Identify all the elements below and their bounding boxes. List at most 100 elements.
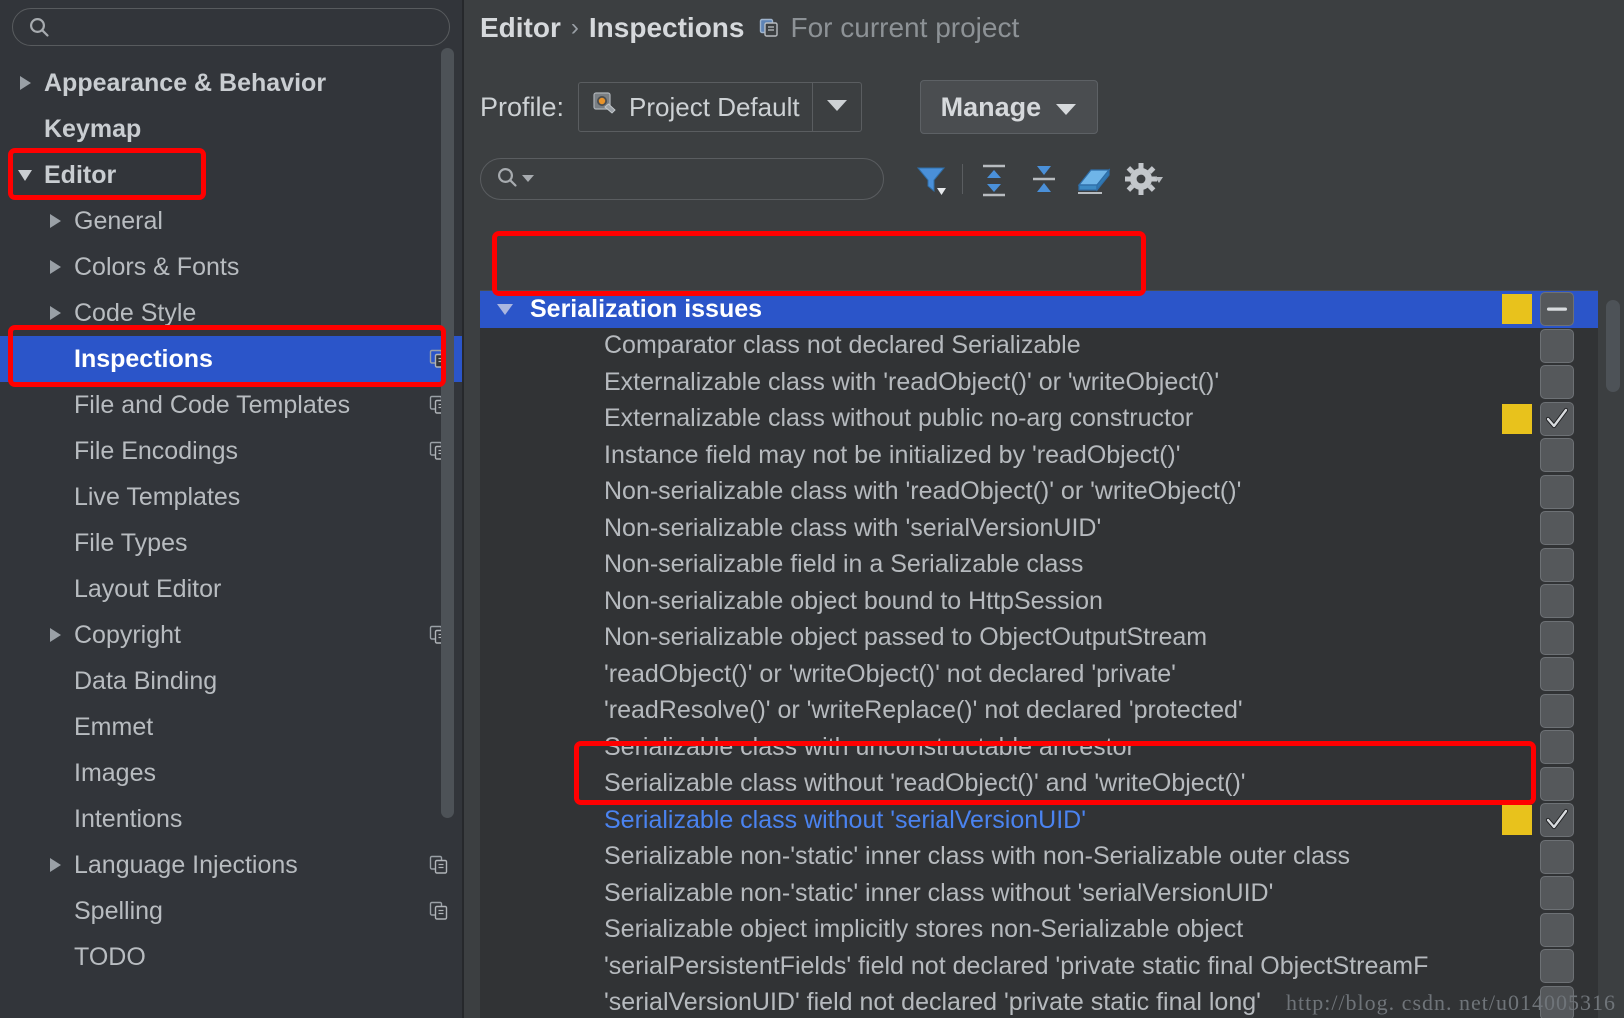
sidebar-item-copyright[interactable]: Copyright bbox=[0, 612, 462, 658]
inspection-enabled-checkbox[interactable] bbox=[1540, 839, 1574, 874]
inspection-row[interactable]: 'readResolve()' or 'writeReplace()' not … bbox=[480, 693, 1624, 730]
inspection-row-label: Serializable class without 'serialVersio… bbox=[604, 805, 1086, 834]
copy-icon[interactable] bbox=[416, 624, 462, 646]
severity-swatch bbox=[1502, 878, 1532, 908]
breadcrumb-editor[interactable]: Editor bbox=[480, 12, 561, 44]
inspection-enabled-checkbox[interactable] bbox=[1540, 584, 1574, 619]
profile-value: Project Default bbox=[629, 91, 800, 122]
sidebar-item-images[interactable]: Images bbox=[0, 750, 462, 796]
inspection-enabled-checkbox[interactable] bbox=[1540, 474, 1574, 509]
sidebar-scrollbar[interactable] bbox=[441, 48, 454, 818]
inspection-row[interactable]: Serializable non-'static' inner class wi… bbox=[480, 875, 1624, 912]
inspection-enabled-checkbox[interactable] bbox=[1540, 511, 1574, 546]
sidebar-item-code-style[interactable]: Code Style bbox=[0, 290, 462, 336]
inspection-row-label: Non-serializable object bound to HttpSes… bbox=[604, 586, 1103, 615]
sidebar-item-label: Code Style bbox=[74, 298, 197, 327]
inspection-enabled-checkbox[interactable] bbox=[1540, 620, 1574, 655]
sidebar-item-intentions[interactable]: Intentions bbox=[0, 796, 462, 842]
copy-icon[interactable] bbox=[416, 854, 462, 876]
sidebar-item-file-and-code-templates[interactable]: File and Code Templates bbox=[0, 382, 462, 428]
inspection-enabled-checkbox[interactable] bbox=[1540, 365, 1574, 400]
inspection-enabled-checkbox[interactable] bbox=[1540, 693, 1574, 728]
sidebar-item-colors-fonts[interactable]: Colors & Fonts bbox=[0, 244, 462, 290]
inspection-enabled-checkbox[interactable] bbox=[1540, 547, 1574, 582]
chevron-right-icon[interactable] bbox=[42, 855, 68, 875]
inspection-enabled-checkbox[interactable] bbox=[1540, 730, 1574, 765]
inspections-list[interactable]: Serialization issues Comparator class not… bbox=[480, 290, 1624, 1018]
inspection-row[interactable]: Serializable class with unconstructable … bbox=[480, 729, 1624, 766]
inspection-enabled-checkbox[interactable] bbox=[1540, 876, 1574, 911]
sidebar-item-inspections[interactable]: Inspections bbox=[0, 336, 462, 382]
copy-icon[interactable] bbox=[416, 440, 462, 462]
inspection-group-row[interactable]: Serialization issues bbox=[480, 291, 1624, 328]
severity-swatch[interactable] bbox=[1502, 805, 1532, 836]
sidebar-item-keymap[interactable]: Keymap bbox=[0, 106, 462, 152]
sidebar-search-input[interactable] bbox=[12, 8, 450, 46]
sidebar-item-editor[interactable]: Editor bbox=[0, 152, 462, 198]
chevron-down-icon[interactable] bbox=[12, 166, 38, 184]
chevron-right-icon[interactable] bbox=[42, 303, 68, 323]
inspection-row[interactable]: 'readObject()' or 'writeObject()' not de… bbox=[480, 656, 1624, 693]
copy-icon[interactable] bbox=[416, 348, 462, 370]
sidebar-item-file-encodings[interactable]: File Encodings bbox=[0, 428, 462, 474]
chevron-right-icon[interactable] bbox=[12, 73, 38, 93]
profile-dropdown-button[interactable] bbox=[811, 83, 861, 131]
chevron-right-icon[interactable] bbox=[42, 211, 68, 231]
copy-icon[interactable] bbox=[416, 394, 462, 416]
sidebar-item-live-templates[interactable]: Live Templates bbox=[0, 474, 462, 520]
inspection-row[interactable]: Serializable object implicitly stores no… bbox=[480, 912, 1624, 949]
sidebar-item-general[interactable]: General bbox=[0, 198, 462, 244]
sidebar-item-data-binding[interactable]: Data Binding bbox=[0, 658, 462, 704]
inspection-enabled-checkbox[interactable] bbox=[1540, 912, 1574, 947]
inspection-row[interactable]: Non-serializable field in a Serializable… bbox=[480, 547, 1624, 584]
inspection-enabled-checkbox[interactable] bbox=[1540, 949, 1574, 984]
expand-all-icon[interactable] bbox=[969, 156, 1019, 202]
sidebar-item-appearance-behavior[interactable]: Appearance & Behavior bbox=[0, 60, 462, 106]
severity-swatch[interactable] bbox=[1502, 294, 1532, 325]
inspection-enabled-checkbox[interactable] bbox=[1540, 803, 1574, 838]
chevron-down-icon[interactable] bbox=[522, 170, 534, 188]
inspection-row[interactable]: Serializable class without 'readObject()… bbox=[480, 766, 1624, 803]
sidebar-item-file-types[interactable]: File Types bbox=[0, 520, 462, 566]
inspection-row[interactable]: Non-serializable class with 'serialVersi… bbox=[480, 510, 1624, 547]
profile-row: Profile: Project Default Manage bbox=[464, 44, 1624, 134]
chevron-down-icon[interactable] bbox=[494, 295, 516, 324]
sidebar-item-layout-editor[interactable]: Layout Editor bbox=[0, 566, 462, 612]
inspection-row[interactable]: Non-serializable class with 'readObject(… bbox=[480, 474, 1624, 511]
inspection-enabled-checkbox[interactable] bbox=[1540, 657, 1574, 692]
inspection-enabled-checkbox[interactable] bbox=[1540, 328, 1574, 363]
inspection-enabled-checkbox[interactable] bbox=[1540, 766, 1574, 801]
inspection-group-checkbox[interactable] bbox=[1540, 292, 1574, 327]
sidebar-item-emmet[interactable]: Emmet bbox=[0, 704, 462, 750]
inspections-list-scrollbar[interactable] bbox=[1606, 300, 1620, 392]
inspection-enabled-checkbox[interactable] bbox=[1540, 401, 1574, 436]
chevron-right-icon[interactable] bbox=[42, 257, 68, 277]
sidebar-item-spelling[interactable]: Spelling bbox=[0, 888, 462, 934]
sidebar-item-todo[interactable]: TODO bbox=[0, 934, 462, 980]
manage-button[interactable]: Manage bbox=[919, 80, 1099, 134]
gear-icon[interactable] bbox=[1119, 156, 1169, 202]
inspection-row[interactable]: Non-serializable object passed to Object… bbox=[480, 620, 1624, 657]
inspection-row[interactable]: Serializable non-'static' inner class wi… bbox=[480, 839, 1624, 876]
inspection-row[interactable]: Externalizable class without public no-a… bbox=[480, 401, 1624, 438]
inspection-enabled-checkbox[interactable] bbox=[1540, 438, 1574, 473]
inspection-row[interactable]: Instance field may not be initialized by… bbox=[480, 437, 1624, 474]
settings-tree[interactable]: Appearance & Behavior Keymap Editor General… bbox=[0, 52, 462, 980]
reset-eraser-icon[interactable] bbox=[1069, 156, 1119, 202]
chevron-right-icon[interactable] bbox=[42, 625, 68, 645]
sidebar-item-language-injections[interactable]: Language Injections bbox=[0, 842, 462, 888]
copy-icon[interactable] bbox=[416, 900, 462, 922]
inspection-row[interactable]: Serializable class without 'serialVersio… bbox=[480, 802, 1624, 839]
profile-combo[interactable]: Project Default bbox=[578, 82, 862, 132]
inspections-toolbar bbox=[464, 134, 1624, 202]
inspection-row[interactable]: 'serialPersistentFields' field not decla… bbox=[480, 948, 1624, 985]
inspection-search-input[interactable] bbox=[480, 158, 884, 200]
severity-swatch[interactable] bbox=[1502, 403, 1532, 434]
inspection-row[interactable]: Externalizable class with 'readObject()'… bbox=[480, 364, 1624, 401]
inspection-row-label: Non-serializable class with 'readObject(… bbox=[604, 477, 1242, 506]
inspection-row[interactable]: Comparator class not declared Serializab… bbox=[480, 328, 1624, 365]
inspection-row[interactable]: Non-serializable object bound to HttpSes… bbox=[480, 583, 1624, 620]
inspection-row-label: Serializable object implicitly stores no… bbox=[604, 915, 1244, 944]
collapse-all-icon[interactable] bbox=[1019, 156, 1069, 202]
filter-icon[interactable] bbox=[906, 156, 956, 202]
